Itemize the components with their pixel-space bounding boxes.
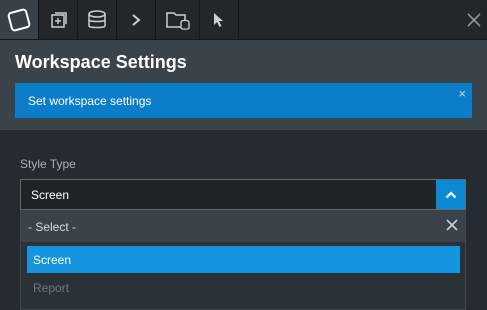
toolbar-button-workspace[interactable] (0, 0, 39, 39)
dropdown-option-label: Screen (33, 253, 72, 267)
close-button[interactable] (461, 0, 487, 39)
folder-database-icon (165, 11, 190, 30)
dropdown-option-label: Report (33, 281, 70, 295)
toolbar-button-next[interactable] (117, 0, 156, 39)
database-icon (88, 9, 106, 28)
style-type-label: Style Type (20, 157, 76, 171)
chevron-up-icon (445, 190, 456, 198)
toolbar-button-add-layer[interactable] (39, 0, 78, 39)
info-banner-text: Set workspace settings (28, 94, 152, 108)
toolbar-button-database[interactable] (78, 0, 117, 39)
add-layer-icon (51, 11, 67, 28)
cursor-pointer-icon (214, 12, 223, 27)
toolbar-button-folder-database[interactable] (156, 0, 200, 39)
chevron-right-icon (132, 13, 141, 26)
style-type-dropdown: - Select - Screen Report (20, 210, 466, 310)
close-icon (467, 12, 481, 27)
toolbar-button-select[interactable] (200, 0, 239, 39)
info-banner: Set workspace settings × (15, 83, 472, 118)
info-banner-close-button[interactable]: × (458, 87, 466, 100)
dropdown-search-header[interactable]: - Select - (21, 210, 465, 242)
page-title: Workspace Settings (15, 52, 187, 72)
dropdown-placeholder: - Select - (28, 220, 77, 234)
select-toggle-button[interactable] (436, 180, 465, 209)
style-type-select[interactable]: Screen (20, 179, 466, 210)
style-type-value: Screen (31, 188, 70, 202)
clear-selection-icon[interactable] (445, 218, 459, 232)
toolbar (0, 0, 487, 40)
dropdown-option-report: Report (27, 274, 460, 301)
cube-outline-icon (7, 8, 31, 31)
dropdown-option-screen[interactable]: Screen (27, 246, 460, 273)
